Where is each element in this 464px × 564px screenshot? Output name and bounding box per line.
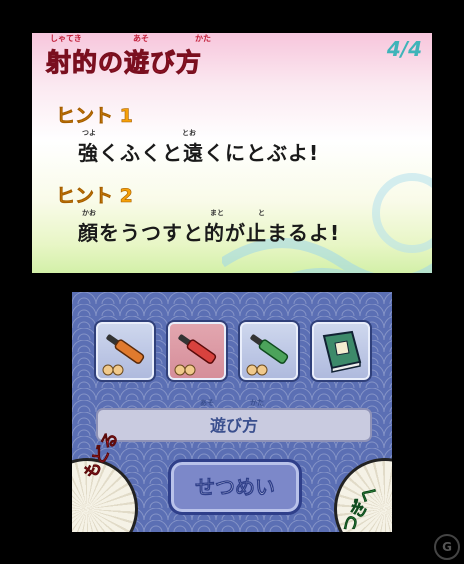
wave-decoration bbox=[222, 173, 432, 273]
hint-1-label: ヒント 1 bbox=[56, 105, 133, 128]
hint-2-text: 顔をうつすと的が止まるよ! bbox=[78, 221, 341, 245]
hint-2-label: ヒント 2 bbox=[56, 185, 133, 208]
hint-1-text: 強くふくと遠くにとぶよ! bbox=[78, 141, 320, 165]
rifle-orange-icon bbox=[102, 334, 145, 376]
bottom-screen: あそ かた 遊び方 せつめい もどる つぎへ bbox=[72, 292, 392, 532]
rifle-red-icon bbox=[174, 334, 217, 376]
explain-button[interactable]: せつめい bbox=[168, 459, 302, 515]
section-ruby-1: あそ bbox=[200, 399, 214, 407]
section-label: 遊び方 bbox=[96, 408, 372, 442]
page-indicator: 4/4 bbox=[386, 37, 422, 61]
item-tile-4[interactable] bbox=[310, 320, 372, 382]
item-tile-3[interactable] bbox=[238, 320, 300, 382]
top-screen: しゃてき あそ かた 射的の遊び方 4/4 ヒント 1 つよ とお 強くふくと遠… bbox=[32, 33, 432, 273]
book-icon bbox=[322, 330, 362, 373]
item-tile-1[interactable] bbox=[94, 320, 156, 382]
rifle-green-icon bbox=[246, 334, 289, 376]
item-tile-2[interactable] bbox=[166, 320, 228, 382]
watermark-logo: G bbox=[434, 534, 460, 560]
page-title: 射的の遊び方 bbox=[45, 48, 203, 78]
section-ruby-2: かた bbox=[250, 399, 264, 407]
